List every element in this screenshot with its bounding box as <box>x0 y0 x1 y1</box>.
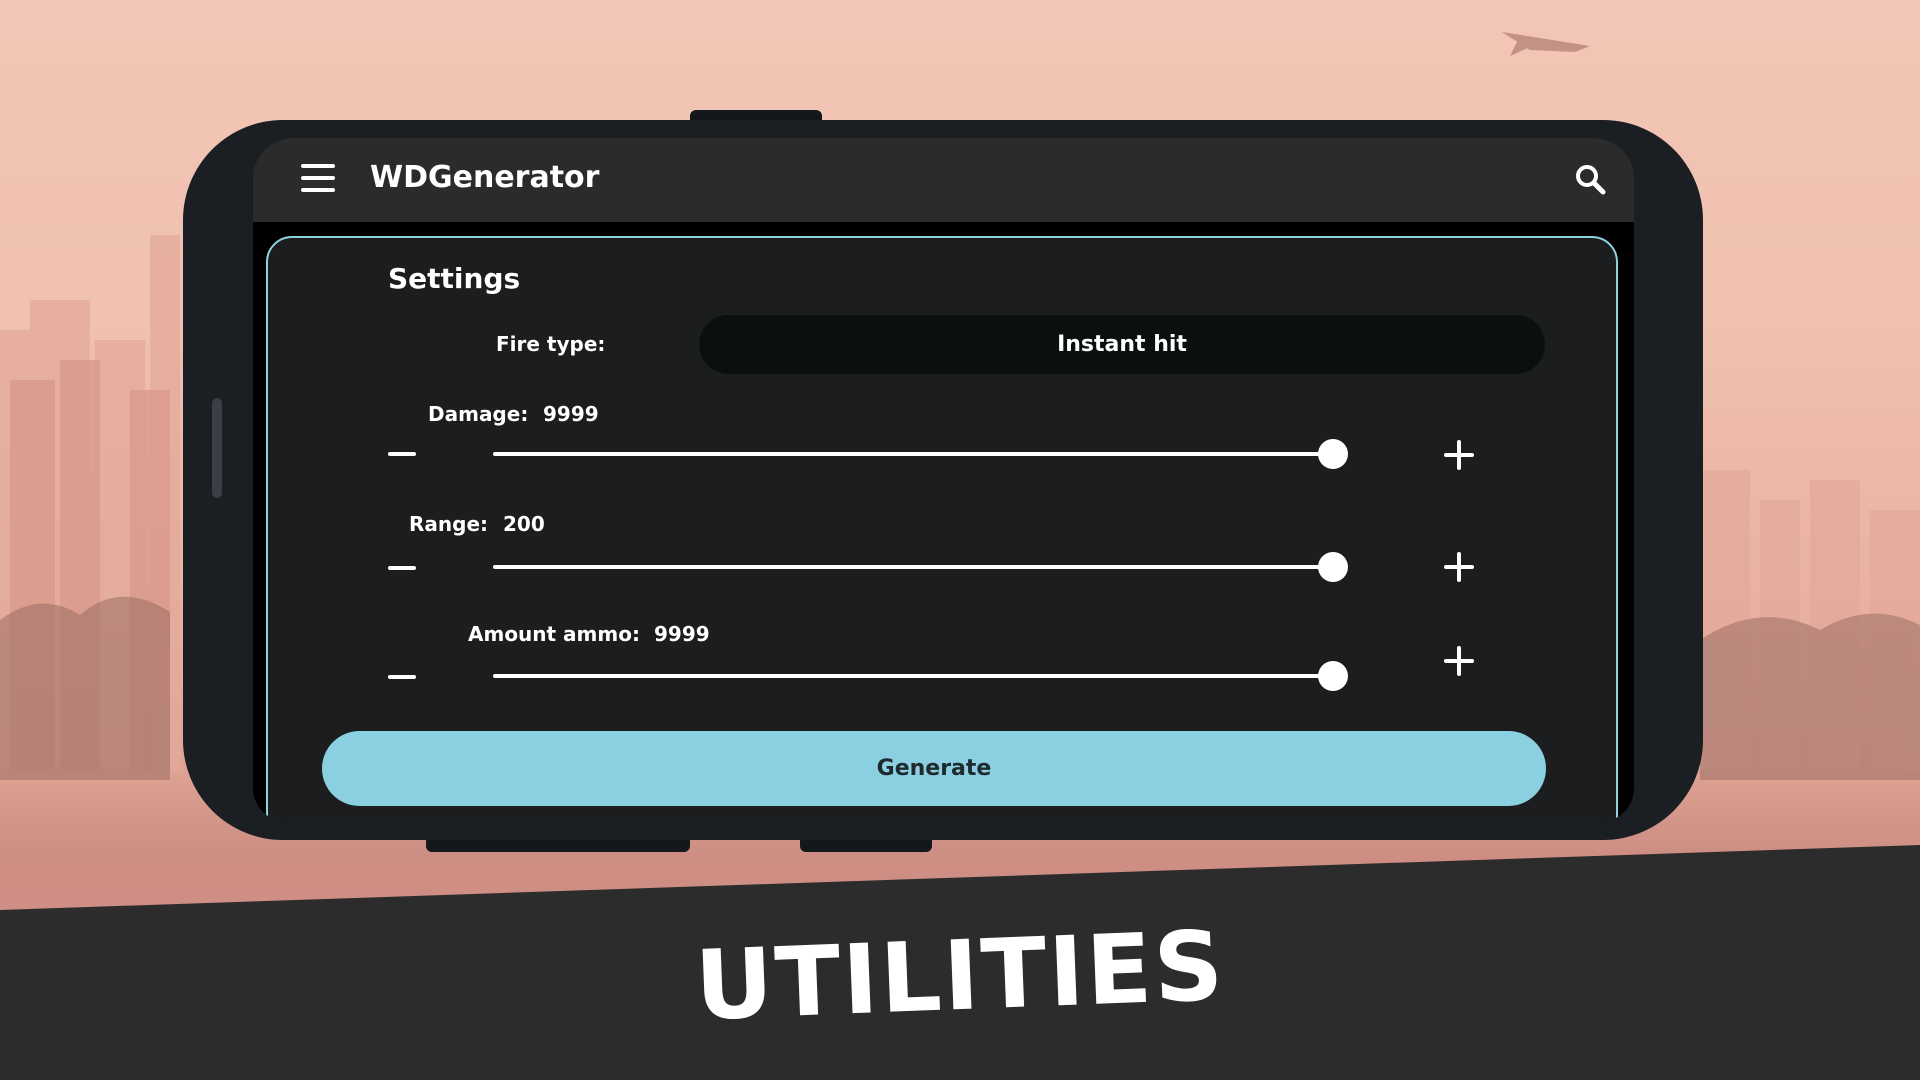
damage-increase-button[interactable] <box>1444 440 1474 470</box>
phone-screen: WDGenerator <box>253 138 1634 822</box>
hamburger-icon[interactable] <box>301 164 335 192</box>
promo-scene: UTILITIES WDGenerator Settings Fire type… <box>0 0 1920 1080</box>
damage-slider-track[interactable] <box>493 439 1348 469</box>
settings-title: Settings <box>388 262 521 295</box>
ammo-increase-button[interactable] <box>1444 646 1474 676</box>
range-increase-button[interactable] <box>1444 552 1474 582</box>
ammo-slider-thumb[interactable] <box>1318 661 1348 691</box>
app-bar: WDGenerator <box>253 138 1634 222</box>
range-slider-track[interactable] <box>493 552 1348 582</box>
phone-side-button <box>212 398 222 498</box>
damage-value: 9999 <box>543 402 599 426</box>
fire-type-label: Fire type: <box>496 332 606 356</box>
damage-slider-thumb[interactable] <box>1318 439 1348 469</box>
range-slider-thumb[interactable] <box>1318 552 1348 582</box>
ammo-decrease-button[interactable] <box>388 675 416 679</box>
damage-decrease-button[interactable] <box>388 452 416 456</box>
range-label: Range: <box>409 512 489 536</box>
search-icon[interactable] <box>1573 162 1607 196</box>
generate-button[interactable]: Generate <box>322 731 1546 806</box>
ammo-label: Amount ammo: <box>468 622 640 646</box>
ammo-value: 9999 <box>654 622 710 646</box>
app-title: WDGenerator <box>370 160 600 195</box>
fire-type-select[interactable]: Instant hit <box>699 315 1545 374</box>
damage-label: Damage: <box>428 402 529 426</box>
ammo-slider-track[interactable] <box>493 661 1348 691</box>
range-decrease-button[interactable] <box>388 566 416 570</box>
range-value: 200 <box>503 512 545 536</box>
